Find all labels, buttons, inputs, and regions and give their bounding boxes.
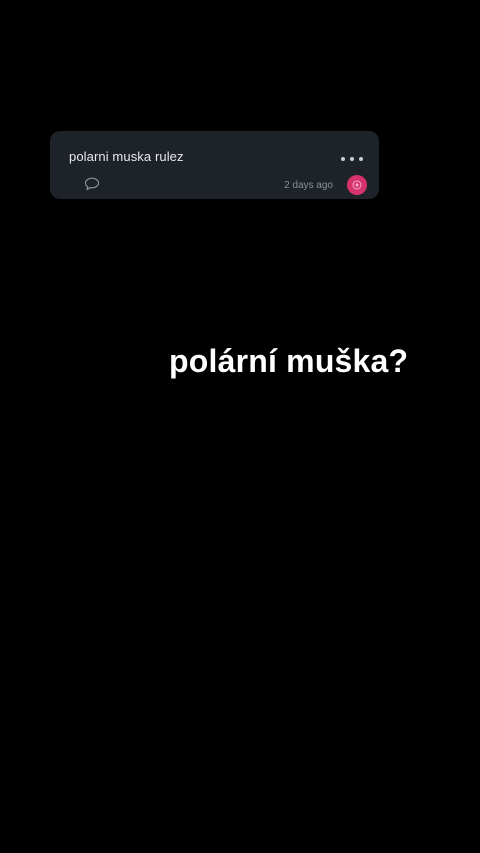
ellipsis-icon-dot: [359, 157, 363, 161]
avatar-icon: [352, 180, 362, 190]
avatar[interactable]: [347, 175, 367, 195]
story-screen: polarni muska rulez 2 days ago polární m…: [0, 0, 480, 853]
more-options-button[interactable]: [341, 151, 363, 167]
comment-card: polarni muska rulez 2 days ago: [50, 131, 379, 199]
ellipsis-icon-dot: [350, 157, 354, 161]
ellipsis-icon: [341, 157, 345, 161]
speech-bubble-icon[interactable]: [84, 177, 100, 191]
story-caption: polární muška?: [169, 343, 409, 379]
comment-text: polarni muska rulez: [69, 149, 184, 164]
comment-timestamp: 2 days ago: [284, 180, 333, 191]
